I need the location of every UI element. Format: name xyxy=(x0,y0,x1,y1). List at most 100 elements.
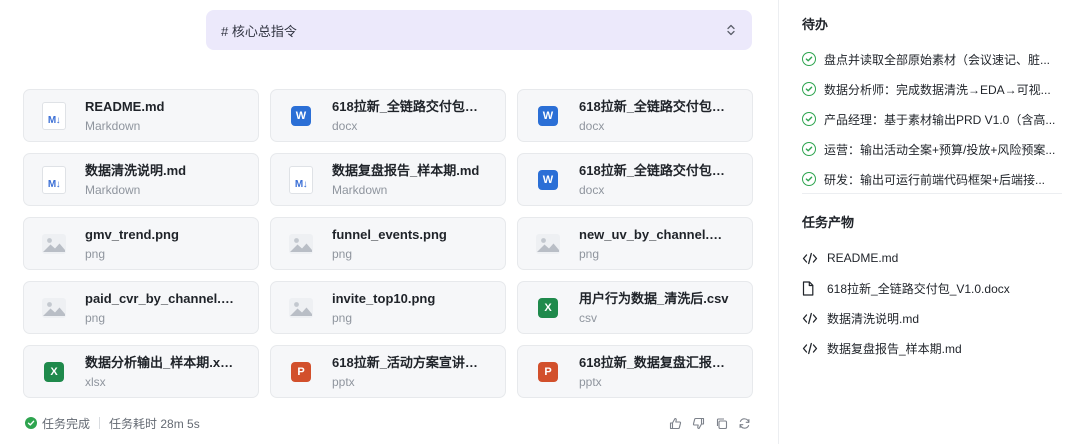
file-text: 数据分析输出_样本期.xlsx xlsx xyxy=(85,354,235,390)
word-icon: W xyxy=(534,102,562,130)
refresh-icon[interactable] xyxy=(737,416,752,431)
file-card[interactable]: P 618拉新_活动方案宣讲PP... pptx xyxy=(270,345,506,398)
file-card[interactable]: new_uv_by_channel.png png xyxy=(517,217,753,270)
file-type: Markdown xyxy=(332,182,388,197)
todo-label: 盘点并读取全部原始素材（会议速记、脏... xyxy=(824,52,1051,67)
todo-item[interactable]: 盘点并读取全部原始素材（会议速记、脏... xyxy=(802,44,1062,74)
todo-item[interactable]: 产品经理：基于素材输出PRD V1.0（含高... xyxy=(802,104,1062,134)
file-type: png xyxy=(85,310,106,325)
file-type: docx xyxy=(332,118,358,133)
image-icon xyxy=(534,230,562,258)
file-name: 618拉新_数据复盘汇报PP... xyxy=(579,354,729,370)
file-type: csv xyxy=(579,310,597,325)
file-text: 618拉新_活动方案宣讲PP... pptx xyxy=(332,354,482,390)
todo-label: 数据分析师：完成数据清洗→EDA→可视... xyxy=(824,82,1051,97)
file-card[interactable]: W 618拉新_全链路交付包_V...docx xyxy=(270,89,506,142)
check-circle-icon xyxy=(25,417,37,429)
sidebar: 待办 盘点并读取全部原始素材（会议速记、脏... 数据分析师：完成数据清洗→EDA… xyxy=(779,0,1080,444)
file-text: new_uv_by_channel.png png xyxy=(579,226,729,262)
file-name: 数据复盘报告_样本期.md xyxy=(332,162,480,178)
document-icon xyxy=(802,280,820,296)
markdown-icon: M↓ xyxy=(40,165,68,194)
image-icon xyxy=(287,230,315,258)
file-card[interactable]: W 618拉新_全链路交付包_V...docx xyxy=(517,89,753,142)
excel-icon: X xyxy=(40,358,68,386)
file-card[interactable]: M↓ 数据复盘报告_样本期.md Markdown xyxy=(270,153,506,206)
todo-label: 研发：输出可运行前端代码框架+后端接... xyxy=(824,172,1046,187)
file-name: 618拉新_全链路交付包_V... xyxy=(579,98,729,114)
file-text: 618拉新_全链路交付包_V...docx xyxy=(579,98,729,134)
thumbs-up-icon[interactable] xyxy=(668,416,683,431)
file-text: gmv_trend.png png xyxy=(85,226,179,262)
file-name: 数据分析输出_样本期.xlsx xyxy=(85,354,235,370)
todo-item[interactable]: 数据分析师：完成数据清洗→EDA→可视... xyxy=(802,74,1062,104)
file-type: Markdown xyxy=(85,182,141,197)
output-item[interactable]: 数据清洗说明.md xyxy=(802,303,1062,333)
file-name: paid_cvr_by_channel.png xyxy=(85,290,235,306)
main-panel: # 核心总指令 M↓ README.md Markdown W 618拉新_全链路交付包… xyxy=(0,0,778,444)
output-label: README.md xyxy=(827,251,899,265)
output-item[interactable]: 数据复盘报告_样本期.md xyxy=(802,333,1062,363)
todo-list: 盘点并读取全部原始素材（会议速记、脏... 数据分析师：完成数据清洗→EDA→可视… xyxy=(802,44,1062,194)
file-text: 数据清洗说明.md Markdown xyxy=(85,162,186,198)
footer-divider xyxy=(99,417,101,429)
footer-actions xyxy=(668,416,752,431)
file-grid: M↓ README.md Markdown W 618拉新_全链路交付包_V... doc… xyxy=(23,89,753,398)
outputs-list: README.md 618拉新_全链路交付包_V1.0.docx 数据清洗说明.md… xyxy=(802,243,1062,363)
file-text: paid_cvr_by_channel.pngpng xyxy=(85,290,235,326)
powerpoint-icon: P xyxy=(534,358,562,386)
file-type: docx xyxy=(579,118,605,133)
output-label: 数据复盘报告_样本期.md xyxy=(827,341,962,356)
file-card[interactable]: paid_cvr_by_channel.pngpng xyxy=(23,281,259,334)
todo-label: 运营：输出活动全案+预算/投放+风险预案... xyxy=(824,142,1056,157)
file-card[interactable]: M↓ 数据清洗说明.md Markdown xyxy=(23,153,259,206)
file-text: 618拉新_数据复盘汇报PP...pptx xyxy=(579,354,729,390)
file-type: docx xyxy=(579,182,605,197)
copy-icon[interactable] xyxy=(714,416,729,431)
file-card[interactable]: funnel_events.png png xyxy=(270,217,506,270)
file-name: 618拉新_全链路交付包_V... xyxy=(332,98,482,114)
todo-item[interactable]: 研发：输出可运行前端代码框架+后端接... xyxy=(802,164,1062,194)
file-text: README.md Markdown xyxy=(85,98,164,134)
todo-item[interactable]: 运营：输出活动全案+预算/投放+风险预案... xyxy=(802,134,1062,164)
output-label: 数据清洗说明.md xyxy=(827,311,920,326)
image-icon xyxy=(287,294,315,322)
todo-label: 产品经理：基于素材输出PRD V1.0（含高... xyxy=(824,112,1056,127)
file-card[interactable]: X 数据分析输出_样本期.xlsx xlsx xyxy=(23,345,259,398)
check-circle-icon xyxy=(802,112,816,126)
file-text: 用户行为数据_清洗后.csvcsv xyxy=(579,290,729,326)
file-name: gmv_trend.png xyxy=(85,226,179,242)
task-duration: 任务耗时 28m 5s xyxy=(109,416,200,431)
task-footer: 任务完成 任务耗时 28m 5s xyxy=(25,414,752,432)
file-text: 数据复盘报告_样本期.md Markdown xyxy=(332,162,479,198)
output-item[interactable]: README.md xyxy=(802,243,1062,273)
code-icon xyxy=(802,250,820,266)
file-card[interactable]: X 用户行为数据_清洗后.csv csv xyxy=(517,281,753,334)
file-text: 618拉新_全链路交付包_V... docx xyxy=(579,162,729,198)
file-type: png xyxy=(579,246,600,261)
expand-collapse-icon[interactable] xyxy=(724,23,738,37)
file-text: invite_top10.png png xyxy=(332,290,435,326)
instruction-text: # 核心总指令 xyxy=(221,23,297,39)
file-card[interactable]: invite_top10.png png xyxy=(270,281,506,334)
output-item[interactable]: 618拉新_全链路交付包_V1.0.docx xyxy=(802,273,1062,303)
check-circle-icon xyxy=(802,142,816,156)
powerpoint-icon: P xyxy=(287,358,315,386)
check-circle-icon xyxy=(802,82,816,96)
check-circle-icon xyxy=(802,172,816,186)
file-card[interactable]: M↓ README.md Markdown xyxy=(23,89,259,142)
thumbs-down-icon[interactable] xyxy=(691,416,706,431)
status-label: 任务完成 xyxy=(42,416,91,431)
todo-section-title: 待办 xyxy=(802,17,829,32)
file-name: invite_top10.png xyxy=(332,290,436,306)
file-card[interactable]: W 618拉新_全链路交付包_V... docx xyxy=(517,153,753,206)
file-card[interactable]: P 618拉新_数据复盘汇报PP...pptx xyxy=(517,345,753,398)
file-card[interactable]: gmv_trend.png png xyxy=(23,217,259,270)
file-type: pptx xyxy=(332,374,355,389)
core-instruction-bar[interactable]: # 核心总指令 xyxy=(206,10,752,50)
file-type: pptx xyxy=(579,374,602,389)
file-name: 用户行为数据_清洗后.csv xyxy=(579,290,729,306)
word-icon: W xyxy=(287,102,315,130)
file-text: funnel_events.png png xyxy=(332,226,447,262)
code-icon xyxy=(802,310,820,326)
